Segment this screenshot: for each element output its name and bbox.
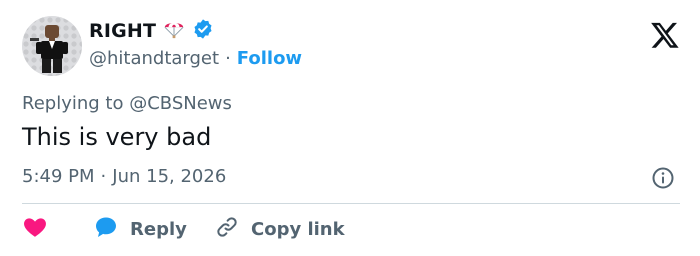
parachute-emoji-icon: [163, 18, 185, 44]
follow-button[interactable]: Follow: [237, 48, 302, 69]
handle-row: @hitandtarget · Follow: [89, 48, 302, 69]
reply-mention-link[interactable]: @CBSNews: [129, 93, 232, 114]
display-name[interactable]: RIGHT: [89, 20, 156, 42]
heart-icon: [22, 214, 48, 244]
author-name-row: RIGHT: [89, 18, 214, 44]
copy-link-label: Copy link: [251, 218, 345, 240]
timestamp-separator: ·: [100, 166, 107, 187]
link-icon: [215, 215, 239, 243]
tweet-date: Jun 15, 2026: [112, 166, 227, 187]
divider: [22, 203, 680, 204]
reply-label: Reply: [130, 218, 187, 240]
author-handle[interactable]: @hitandtarget: [89, 48, 219, 69]
tweet-time: 5:49 PM: [22, 166, 95, 187]
avatar[interactable]: [22, 16, 82, 76]
x-logo-icon[interactable]: [650, 20, 680, 50]
like-button[interactable]: [22, 214, 94, 244]
handle-separator: ·: [225, 48, 231, 69]
tweet-text: This is very bad: [22, 123, 212, 151]
copy-link-button[interactable]: Copy link: [215, 215, 345, 243]
action-bar: Reply Copy link: [22, 214, 345, 244]
info-icon[interactable]: [651, 166, 675, 190]
reply-prefix: Replying to: [22, 93, 124, 114]
speech-bubble-icon: [94, 215, 118, 243]
reply-button[interactable]: Reply: [94, 215, 215, 243]
reply-context: Replying to @CBSNews: [22, 93, 232, 114]
avatar-image: [22, 16, 82, 76]
tweet-timestamp[interactable]: 5:49 PM · Jun 15, 2026: [22, 166, 226, 187]
verified-badge-icon: [192, 18, 214, 44]
